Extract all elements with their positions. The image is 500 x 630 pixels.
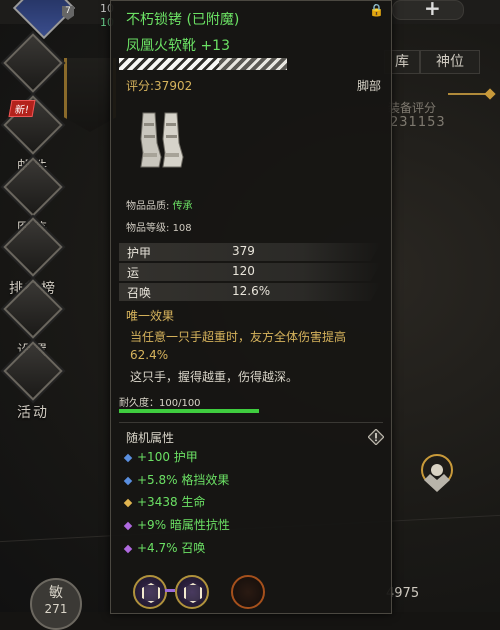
level-label: 物品等级: [126, 223, 170, 234]
item-level-line: 物品等级: 108 [126, 219, 386, 241]
stat-label: 敏 [49, 585, 63, 601]
item-score: 评分:37902 [126, 79, 193, 93]
affix-text: +100 护甲 [137, 450, 198, 464]
divider [119, 422, 383, 423]
stat-row: 护甲 379 [119, 243, 381, 261]
warning-icon[interactable] [368, 429, 384, 445]
affix-line: +100 护甲 [123, 448, 198, 465]
durability-bar [119, 409, 259, 413]
stat-row: 运 120 [119, 263, 381, 281]
gear-score-label: 装备评分 [388, 101, 437, 115]
gem-socket-2[interactable] [175, 575, 209, 609]
stat-value: 379 [232, 244, 255, 258]
add-currency-button[interactable]: + [424, 0, 441, 20]
arrow-ornament [448, 93, 490, 95]
affix-dot-icon [123, 498, 133, 507]
tab-god-slot[interactable]: 神位 [420, 50, 480, 74]
quality-value: 传承 [172, 201, 193, 212]
enhance-progress-bar [119, 58, 287, 70]
rank-banner [64, 58, 116, 132]
socket-link [165, 589, 175, 592]
stat-value: 120 [232, 264, 255, 278]
gem-socket-1[interactable] [133, 575, 167, 609]
gear-icon [3, 279, 63, 339]
affix-dot-icon [123, 544, 133, 553]
ranking-icon [3, 217, 63, 277]
item-name: 凤凰火软靴 +13 [126, 38, 230, 54]
side-nav-top[interactable] [3, 33, 63, 93]
item-basic-info: 物品品质: 传承 物品等级: 108 [126, 197, 386, 241]
sidebar-item-events[interactable]: 活动 [3, 341, 63, 422]
gear-score-value: 231153 [390, 115, 446, 130]
home-icon [3, 33, 63, 93]
affix-text: +3438 生命 [137, 495, 206, 509]
stat-name: 运 [127, 266, 140, 280]
gem-icon [184, 583, 202, 603]
durability-label: 耐久度：100/100 [119, 398, 201, 409]
affix-text: +4.7% 召唤 [137, 541, 206, 555]
new-badge: 新! [8, 100, 36, 117]
lock-icon[interactable]: 🔒 [369, 3, 384, 17]
stat-agility-button[interactable]: 敏 271 [30, 578, 82, 630]
affix-line: +4.7% 召唤 [123, 539, 206, 556]
quality-label: 物品品质: [126, 201, 170, 212]
affix-text: +5.8% 格挡效果 [137, 473, 230, 487]
durability-fill [119, 409, 259, 413]
affix-line: +3438 生命 [123, 493, 206, 510]
quality-line: 物品品质: 传承 [126, 197, 386, 219]
right-tab-bar: 库 神位 [384, 50, 500, 74]
gem-socket-3[interactable] [231, 575, 265, 609]
emblem-icon[interactable] [414, 450, 460, 496]
sidebar-item-label: 活动 [17, 405, 49, 421]
affix-line: +5.8% 格挡效果 [123, 471, 230, 488]
stat-row: 召唤 12.6% [119, 283, 381, 301]
unique-effect-desc: 当任意一只手超重时，友方全体伤害提高 62.4% [130, 330, 347, 362]
affix-dot-icon [123, 453, 133, 462]
book-icon [3, 157, 63, 217]
stat-name: 护甲 [127, 246, 152, 260]
item-quality-title: 不朽锁铐 (已附魔) [126, 12, 240, 28]
flavor-text: 这只手，握得越重，伤得越深。 [130, 370, 299, 384]
random-attributes-title: 随机属性 [126, 431, 175, 445]
affix-dot-icon [123, 521, 133, 530]
affix-dot-icon [123, 476, 133, 485]
stat-value: 271 [44, 602, 68, 616]
unique-effect-title: 唯一效果 [126, 309, 175, 323]
level-value: 108 [172, 223, 192, 234]
event-icon [3, 341, 63, 401]
affix-text: +9% 暗属性抗性 [137, 518, 230, 532]
boots-icon [140, 112, 184, 168]
affix-line: +9% 暗属性抗性 [123, 516, 230, 533]
stat-name: 召唤 [127, 286, 152, 300]
gem-icon [142, 583, 160, 603]
stat-value: 12.6% [232, 284, 271, 298]
item-slot: 脚部 [356, 79, 381, 93]
item-tooltip-panel: 🔒 不朽锁铐 (已附魔) 凤凰火软靴 +13 评分:37902 脚部 物品品质:… [110, 0, 392, 614]
